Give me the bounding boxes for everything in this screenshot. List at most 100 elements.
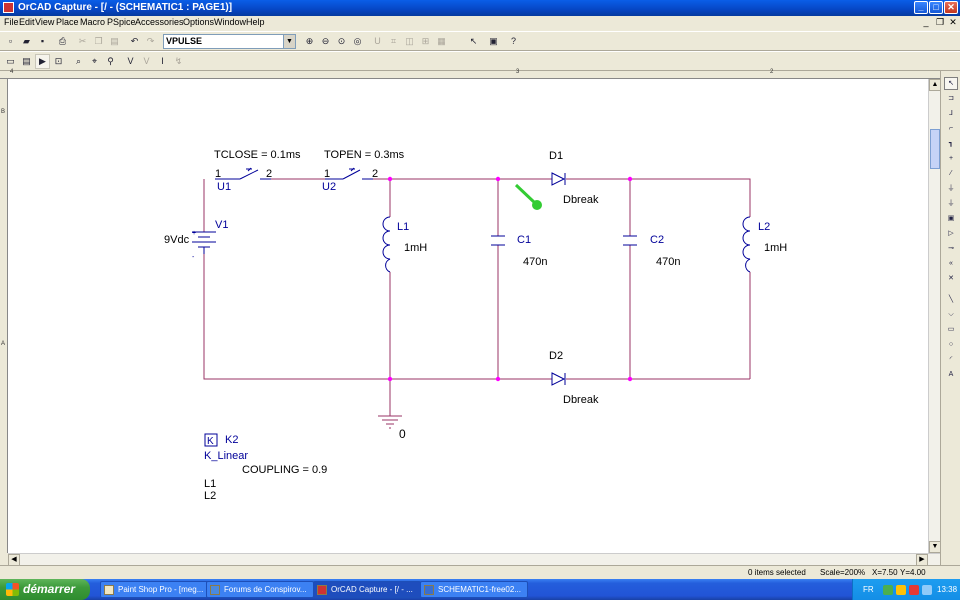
place-off-page-icon[interactable]: « bbox=[944, 257, 958, 270]
mdi-close-button[interactable]: ✕ bbox=[947, 17, 959, 28]
edit-simulation-icon[interactable]: ▤ bbox=[19, 54, 34, 69]
place-bus-entry-icon[interactable]: ⁄ bbox=[944, 167, 958, 180]
place-hier-pin-icon[interactable]: ⊸ bbox=[944, 242, 958, 255]
zoom-in-icon[interactable]: ⊕ bbox=[302, 34, 317, 49]
u1-tclose-param[interactable]: TCLOSE = 0.1ms bbox=[214, 149, 301, 161]
l2-value-label[interactable]: 1mH bbox=[764, 242, 787, 254]
place-bus-icon[interactable]: ┓ bbox=[944, 137, 958, 150]
k2-model-label[interactable]: K_Linear bbox=[204, 450, 248, 462]
menu-options[interactable]: Options bbox=[183, 17, 214, 27]
place-part-icon[interactable]: ⊐ bbox=[944, 92, 958, 105]
place-hier-block-icon[interactable]: ▣ bbox=[944, 212, 958, 225]
place-ellipse-icon[interactable]: ○ bbox=[944, 338, 958, 351]
taskbar-item-orcad-capture[interactable]: OrCAD Capture - [/ - ... bbox=[313, 581, 421, 598]
zoom-area-icon[interactable]: ⊙ bbox=[334, 34, 349, 49]
start-button[interactable]: démarrer bbox=[0, 579, 90, 600]
vertical-scrollbar[interactable]: ▲ ▼ bbox=[928, 79, 941, 553]
place-rectangle-icon[interactable]: ▭ bbox=[944, 323, 958, 336]
place-arc-icon[interactable]: ◜ bbox=[944, 353, 958, 366]
mdi-minimize-button[interactable]: _ bbox=[920, 17, 932, 28]
place-net-alias-icon[interactable]: ⌐ bbox=[944, 122, 958, 135]
inductor-l2[interactable] bbox=[742, 216, 751, 273]
view-results-icon[interactable]: ⊡ bbox=[51, 54, 66, 69]
switch-u1[interactable] bbox=[215, 167, 271, 180]
menu-help[interactable]: Help bbox=[246, 17, 265, 27]
drc-icon[interactable]: ⌗ bbox=[386, 34, 401, 49]
c2-value-label[interactable]: 470n bbox=[656, 256, 680, 268]
d2-ref-label[interactable]: D2 bbox=[549, 350, 563, 362]
current-marker-icon[interactable]: I bbox=[155, 54, 170, 69]
l1-ref-label[interactable]: L1 bbox=[397, 221, 409, 233]
taskbar-item-schematic-image[interactable]: SCHEMATIC1-free02... bbox=[420, 581, 528, 598]
v1-ref-label[interactable]: V1 bbox=[215, 219, 228, 231]
c1-ref-label[interactable]: C1 bbox=[517, 234, 531, 246]
print-icon[interactable]: ⎙ bbox=[55, 34, 70, 49]
menu-file[interactable]: File bbox=[4, 17, 19, 27]
bill-of-materials-icon[interactable]: ▦ bbox=[434, 34, 449, 49]
voltage-probe-marker[interactable] bbox=[514, 183, 542, 210]
power-marker-icon[interactable]: ↯ bbox=[171, 54, 186, 69]
scroll-thumb[interactable] bbox=[930, 129, 940, 169]
redo-icon[interactable]: ↷ bbox=[143, 34, 158, 49]
menu-pspice[interactable]: PSpice bbox=[107, 17, 136, 27]
paste-icon[interactable]: ▤ bbox=[107, 34, 122, 49]
u2-topen-param[interactable]: TOPEN = 0.3ms bbox=[324, 149, 405, 161]
d1-ref-label[interactable]: D1 bbox=[549, 150, 563, 162]
l1-value-label[interactable]: 1mH bbox=[404, 242, 427, 254]
clock[interactable]: 13:38 bbox=[937, 585, 957, 594]
u2-ref-label[interactable]: U2 bbox=[322, 181, 336, 193]
new-icon[interactable]: ▫ bbox=[3, 34, 18, 49]
place-line-icon[interactable]: ╲ bbox=[944, 293, 958, 306]
mdi-restore-button[interactable]: ❐ bbox=[934, 17, 946, 28]
language-indicator[interactable]: FR bbox=[863, 585, 874, 594]
project-manager-icon[interactable]: ▣ bbox=[486, 34, 501, 49]
wire[interactable] bbox=[203, 254, 390, 380]
open-icon[interactable]: ▰ bbox=[19, 34, 34, 49]
close-button[interactable]: ✕ bbox=[944, 1, 958, 14]
security-icon[interactable] bbox=[896, 585, 906, 595]
menu-macro[interactable]: Macro bbox=[80, 17, 105, 27]
l2-ref-label[interactable]: L2 bbox=[758, 221, 770, 233]
menu-accessories[interactable]: Accessories bbox=[135, 17, 184, 27]
new-simulation-icon[interactable]: ▭ bbox=[3, 54, 18, 69]
menu-edit[interactable]: Edit bbox=[19, 17, 35, 27]
voltage-marker-tool-icon[interactable]: V bbox=[123, 54, 138, 69]
menu-place[interactable]: Place bbox=[56, 17, 79, 27]
place-ground-icon[interactable]: ⏚ bbox=[944, 197, 958, 210]
part-selector-combo[interactable]: VPULSE ▼ bbox=[163, 34, 296, 49]
c2-ref-label[interactable]: C2 bbox=[650, 234, 664, 246]
k2-l2-label[interactable]: L2 bbox=[204, 490, 216, 502]
d1-model-label[interactable]: Dbreak bbox=[563, 194, 599, 206]
place-power-icon[interactable]: ⏚ bbox=[944, 182, 958, 195]
d2-model-label[interactable]: Dbreak bbox=[563, 394, 599, 406]
place-text-icon[interactable]: A bbox=[944, 368, 958, 381]
switch-u2[interactable] bbox=[325, 167, 373, 180]
annotate-icon[interactable]: U bbox=[370, 34, 385, 49]
diode-d1[interactable] bbox=[551, 172, 566, 186]
select-tool-icon[interactable]: ↖ bbox=[944, 77, 958, 90]
cut-icon[interactable]: ✂ bbox=[75, 34, 90, 49]
minimize-button[interactable]: _ bbox=[914, 1, 928, 14]
zoom-out-icon[interactable]: ⊖ bbox=[318, 34, 333, 49]
horizontal-scrollbar[interactable]: ◀ ▶ bbox=[8, 553, 940, 566]
zoom-all-icon[interactable]: ◎ bbox=[350, 34, 365, 49]
place-hier-port-icon[interactable]: ▷ bbox=[944, 227, 958, 240]
undo-icon[interactable]: ↶ bbox=[127, 34, 142, 49]
place-no-connect-icon[interactable]: ✕ bbox=[944, 272, 958, 285]
v1-value-label[interactable]: 9Vdc bbox=[164, 234, 190, 246]
save-icon[interactable]: ▪ bbox=[35, 34, 50, 49]
help-icon[interactable]: ? bbox=[506, 34, 521, 49]
probe-icon[interactable]: ⌕ bbox=[71, 54, 86, 69]
taskbar-item-forums[interactable]: Forums de Conspirov... bbox=[206, 581, 314, 598]
k2-coupling-param[interactable]: COUPLING = 0.9 bbox=[242, 464, 327, 476]
antivirus-icon[interactable] bbox=[909, 585, 919, 595]
place-wire-icon[interactable]: ⅃ bbox=[944, 107, 958, 120]
cross-reference-icon[interactable]: ⊞ bbox=[418, 34, 433, 49]
copy-icon[interactable]: ❐ bbox=[91, 34, 106, 49]
place-junction-icon[interactable]: + bbox=[944, 152, 958, 165]
network-icon[interactable] bbox=[883, 585, 893, 595]
inductor-l1[interactable] bbox=[382, 216, 391, 273]
markers-icon[interactable]: ⚲ bbox=[103, 54, 118, 69]
menu-view[interactable]: View bbox=[35, 17, 54, 27]
u1-ref-label[interactable]: U1 bbox=[217, 181, 231, 193]
